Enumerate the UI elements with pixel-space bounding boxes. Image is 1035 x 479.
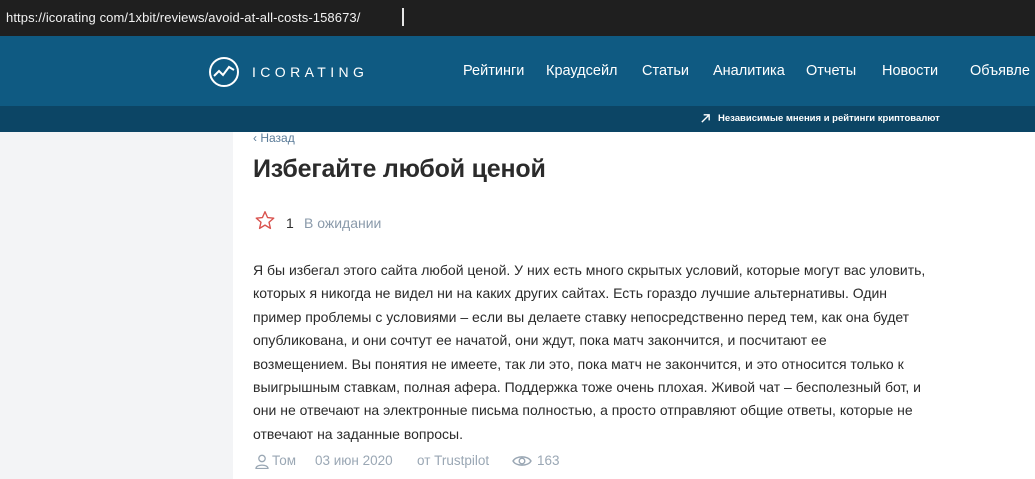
tagline-text[interactable]: Независимые мнения и рейтинги криптовалю… [718,113,940,124]
review-line: которых я никогда не видел ни на каких д… [253,285,888,302]
nav-item-analytics[interactable]: Аналитика [713,63,785,79]
author-name[interactable]: Том [272,453,296,468]
review-line: возмещением. Вы понятия не имеете, так л… [253,355,904,372]
logo-text[interactable]: ICORATING [252,64,368,80]
status-label: В ожидании [304,215,382,231]
nav-item-crowdsale[interactable]: Краудсейл [546,63,618,79]
view-count: 163 [537,453,560,468]
review-line: пример проблемы с условиями – если вы де… [253,308,910,325]
nav-item-announcements[interactable]: Объявле [970,63,1030,79]
back-label: Назад [260,131,295,145]
review-line: отвечают на заданные вопросы. [253,425,464,442]
review-text: Я бы избегал этого сайта любой ценой. У … [253,259,1023,446]
star-icon[interactable] [254,210,276,231]
text-cursor [402,8,404,26]
rating-value: 1 [286,215,294,231]
review-line: Я бы избегал этого сайта любой ценой. У … [253,262,926,278]
review-date: 03 июн 2020 [315,453,393,468]
review-line: они не отвечают на электронные письма по… [253,402,913,419]
arrow-up-right-icon [701,114,710,123]
icorating-logo-icon[interactable] [208,56,240,88]
nav-item-ratings[interactable]: Рейтинги [463,63,524,79]
review-line: опубликована, и они сочтут ее начатой, о… [253,332,827,349]
review-source: от Trustpilot [417,453,490,468]
review-title: Избегайте любой ценой [253,155,546,183]
nav-item-articles[interactable]: Статьи [642,63,689,79]
eye-icon [512,456,532,466]
browser-url-bar[interactable]: https://icorating com/1xbit/reviews/avoi… [0,0,1035,36]
url-text[interactable]: https://icorating com/1xbit/reviews/avoi… [6,10,360,25]
review-line: выигрышным ставкам, полная афера. Поддер… [253,379,921,396]
back-link[interactable]: ‹ Назад [253,131,295,145]
nav-item-reports[interactable]: Отчеты [806,63,856,79]
nav-item-news[interactable]: Новости [882,63,938,79]
user-icon [255,454,269,469]
